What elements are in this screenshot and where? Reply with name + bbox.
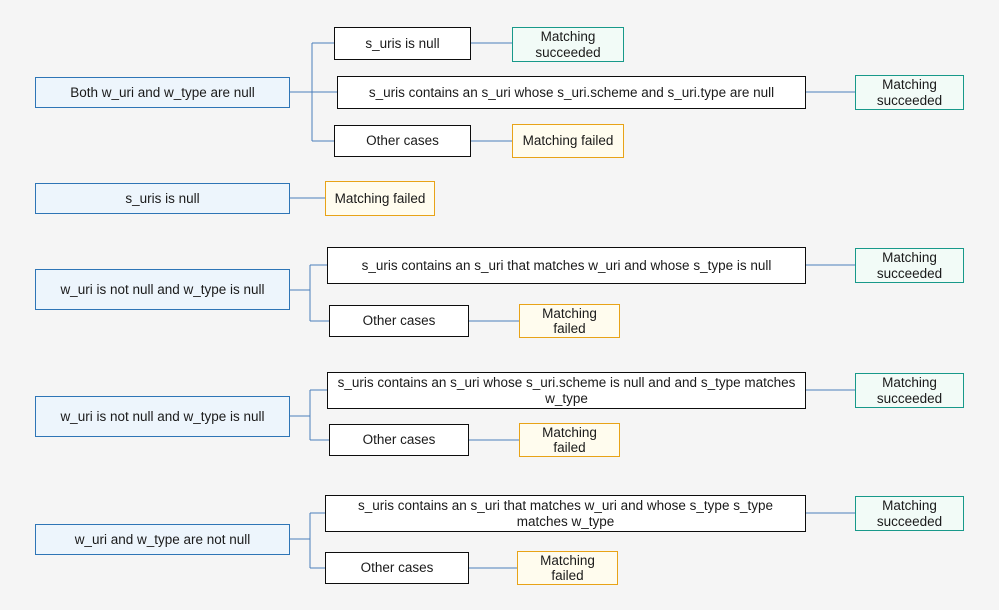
root-node-group-4[interactable]: w_uri is not null and w_type is null — [35, 396, 290, 437]
outcome-label: Matching succeeded — [535, 29, 601, 60]
condition-node-label: s_uris contains an s_uri that matches w_… — [358, 498, 773, 529]
outcome-success-g1-b1[interactable]: Matching succeeded — [512, 27, 624, 62]
root-node-label: w_uri is not null and w_type is null — [60, 408, 265, 424]
condition-node-label: s_uris contains an s_uri whose s_uri.sch… — [337, 375, 796, 406]
outcome-label: Matching failed — [522, 133, 614, 149]
outcome-label: Matching failed — [540, 552, 595, 583]
root-node-group-3[interactable]: w_uri is not null and w_type is null — [35, 269, 290, 310]
root-node-group-1[interactable]: Both w_uri and w_type are null — [35, 77, 290, 108]
root-node-group-5[interactable]: w_uri and w_type are not null — [35, 524, 290, 555]
outcome-failed-g5-b2[interactable]: Matching failed — [517, 551, 618, 585]
condition-node-g3-b2[interactable]: Other cases — [329, 305, 469, 337]
root-node-label: s_uris is null — [125, 190, 200, 206]
condition-node-g4-b2[interactable]: Other cases — [329, 424, 469, 456]
outcome-label: Matching failed — [542, 305, 597, 336]
outcome-label: Matching failed — [542, 424, 597, 455]
condition-node-g5-b2[interactable]: Other cases — [325, 552, 469, 584]
outcome-label: Matching succeeded — [876, 498, 943, 529]
condition-node-label: Other cases — [362, 313, 436, 329]
outcome-label: Matching succeeded — [876, 250, 943, 281]
condition-node-label: s_uris is null — [365, 35, 440, 51]
outcome-failed-g1-b3[interactable]: Matching failed — [512, 124, 624, 158]
condition-node-g1-b3[interactable]: Other cases — [334, 125, 471, 157]
condition-node-g5-b1[interactable]: s_uris contains an s_uri that matches w_… — [325, 495, 806, 532]
outcome-success-g5-b1[interactable]: Matching succeeded — [855, 496, 964, 531]
condition-node-label: s_uris contains an s_uri that matches w_… — [361, 257, 772, 273]
outcome-label: Matching failed — [334, 190, 426, 206]
flowchart-canvas: Both w_uri and w_type are null s_uris is… — [0, 0, 999, 610]
outcome-label: Matching succeeded — [876, 77, 943, 108]
condition-node-label: Other cases — [362, 432, 436, 448]
root-node-label: Both w_uri and w_type are null — [70, 84, 255, 100]
condition-node-g3-b1[interactable]: s_uris contains an s_uri that matches w_… — [327, 247, 806, 284]
outcome-label: Matching succeeded — [876, 375, 943, 406]
condition-node-label: Other cases — [360, 560, 434, 576]
condition-node-g1-b2[interactable]: s_uris contains an s_uri whose s_uri.sch… — [337, 76, 806, 109]
condition-node-label: s_uris contains an s_uri whose s_uri.sch… — [368, 84, 775, 100]
outcome-failed-g3-b2[interactable]: Matching failed — [519, 304, 620, 338]
root-node-label: w_uri is not null and w_type is null — [60, 281, 265, 297]
condition-node-g4-b1[interactable]: s_uris contains an s_uri whose s_uri.sch… — [327, 372, 806, 409]
outcome-failed-g2-b1[interactable]: Matching failed — [325, 181, 435, 216]
root-node-label: w_uri and w_type are not null — [74, 531, 251, 547]
outcome-success-g1-b2[interactable]: Matching succeeded — [855, 75, 964, 110]
condition-node-g1-b1[interactable]: s_uris is null — [334, 27, 471, 60]
outcome-success-g3-b1[interactable]: Matching succeeded — [855, 248, 964, 283]
outcome-success-g4-b1[interactable]: Matching succeeded — [855, 373, 964, 408]
condition-node-label: Other cases — [366, 133, 439, 149]
outcome-failed-g4-b2[interactable]: Matching failed — [519, 423, 620, 457]
root-node-group-2[interactable]: s_uris is null — [35, 183, 290, 214]
